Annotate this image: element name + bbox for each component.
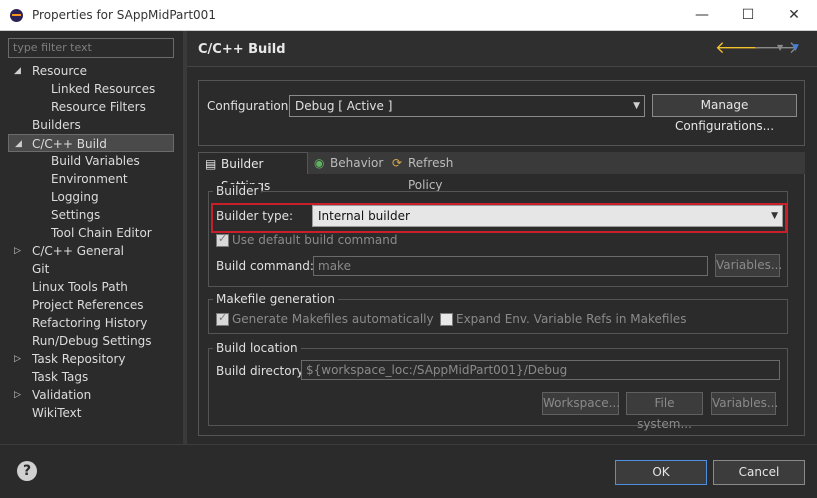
tab-behavior[interactable]: ◉ Behavior [308, 152, 386, 174]
generate-makefiles-label: Generate Makefiles automatically [232, 312, 434, 326]
builder-settings-icon: ▤ [205, 157, 217, 171]
tree-item-tool-chain-editor[interactable]: Tool Chain Editor [8, 224, 174, 242]
eclipse-app-icon [10, 9, 23, 22]
tree-item-linked-resources[interactable]: Linked Resources [8, 80, 174, 98]
expanded-twisty-icon[interactable]: ◢ [15, 135, 25, 153]
tree-item-environment[interactable]: Environment [8, 170, 174, 188]
behavior-icon: ◉ [314, 156, 325, 170]
collapsed-twisty-icon[interactable]: ▷ [14, 350, 24, 368]
page-header: C/C++ Build 🡐 🡒 ▼ ▼ [187, 31, 817, 67]
tree-item-label: Environment [51, 172, 128, 186]
use-default-build-command-checkbox[interactable] [216, 232, 229, 247]
tree-item-resource-filters[interactable]: Resource Filters [8, 98, 174, 116]
tree-item-refactoring-history[interactable]: Refactoring History [8, 314, 174, 332]
chevron-down-icon: ▼ [633, 101, 640, 111]
expand-env-variable-refs-checkbox[interactable] [440, 313, 453, 326]
tree-item-build-variables[interactable]: Build Variables [8, 152, 174, 170]
tree-item-label: Project References [32, 298, 144, 312]
tree-item-validation[interactable]: ▷ Validation [8, 386, 174, 404]
tree-item-label: Run/Debug Settings [32, 334, 152, 348]
tree-item-label: Build Variables [51, 154, 140, 168]
configuration-select[interactable]: Debug [ Active ] ▼ [289, 95, 645, 117]
tree-item-label: Logging [51, 190, 99, 204]
use-default-build-command-label: Use default build command [232, 233, 398, 247]
file-system-button[interactable]: File system... [626, 392, 703, 431]
build-command-input[interactable]: make [313, 256, 708, 276]
makefile-generation-group-title: Makefile generation [213, 292, 338, 306]
tab-label: Behavior [330, 156, 384, 170]
tree-item-label: WikiText [32, 406, 82, 420]
tab-bar: ▤ Builder Settings ◉ Behavior ⟳ Refresh … [198, 152, 805, 193]
tree-item-settings[interactable]: Settings [8, 206, 174, 224]
build-location-group-title: Build location [213, 341, 301, 355]
window-title: Properties for SAppMidPart001 [32, 8, 216, 22]
tree-item-label: Linked Resources [51, 82, 156, 96]
tree-item-task-repository[interactable]: ▷ Task Repository [8, 350, 174, 368]
property-page: C/C++ Build 🡐 🡒 ▼ ▼ Configuration: Debug… [187, 31, 817, 444]
cancel-button[interactable]: Cancel [713, 460, 805, 485]
minimize-button[interactable]: — [679, 0, 725, 30]
tree-item-label: Settings [51, 208, 101, 222]
tree-item-label: C/C++ Build [32, 137, 107, 151]
tab-refresh-policy[interactable]: ⟳ Refresh Policy [386, 152, 491, 192]
tree-item-logging[interactable]: Logging [8, 188, 174, 206]
tree-item-label: Builders [32, 118, 81, 132]
property-navigation-pane: type filter text ◢ Resource Linked Resou… [0, 31, 183, 444]
tree-item-linux-tools-path[interactable]: Linux Tools Path [8, 278, 174, 296]
build-directory-input[interactable]: ${workspace_loc:/SAppMidPart001}/Debug [301, 360, 780, 380]
filter-input[interactable]: type filter text [8, 38, 174, 58]
tree-item-cc-general[interactable]: ▷ C/C++ General [8, 242, 174, 260]
ok-button[interactable]: OK [615, 460, 707, 485]
tree-item-resource[interactable]: ◢ Resource [8, 62, 174, 80]
tree-item-run-debug-settings[interactable]: Run/Debug Settings [8, 332, 174, 350]
property-tree: ◢ Resource Linked Resources Resource Fil… [8, 62, 174, 442]
configuration-value: Debug [ Active ] [295, 99, 393, 113]
tree-item-label: Linux Tools Path [32, 280, 128, 294]
forward-history-dropdown-icon[interactable]: ▼ [777, 43, 783, 52]
close-button[interactable]: ✕ [771, 0, 817, 30]
tree-item-project-references[interactable]: Project References [8, 296, 174, 314]
tree-item-label: Task Repository [32, 352, 126, 366]
builder-variables-button[interactable]: Variables... [715, 254, 782, 277]
tree-item-task-tags[interactable]: Task Tags [8, 368, 174, 386]
workspace-button[interactable]: Workspace... [542, 392, 620, 415]
tree-item-label: Resource [32, 64, 88, 78]
tree-item-builders[interactable]: Builders [8, 116, 174, 134]
tree-item-label: C/C++ General [32, 244, 125, 258]
page-title: C/C++ Build [198, 42, 286, 57]
tree-item-git[interactable]: Git [8, 260, 174, 278]
help-icon[interactable]: ? [17, 461, 37, 481]
builder-group-title: Builder [213, 184, 262, 198]
build-location-variables-button[interactable]: Variables... [711, 392, 778, 415]
refresh-policy-icon: ⟳ [392, 156, 403, 170]
build-directory-label: Build directory: [216, 364, 307, 378]
tree-item-label: Validation [32, 388, 92, 402]
collapsed-twisty-icon[interactable]: ▷ [14, 242, 24, 260]
generate-makefiles-checkbox[interactable] [216, 311, 229, 326]
maximize-button[interactable]: ☐ [725, 0, 771, 30]
tree-item-wikitext[interactable]: WikiText [8, 404, 174, 422]
tree-item-label: Tool Chain Editor [51, 226, 152, 240]
configuration-group: Configuration: Debug [ Active ] ▼ Manage… [198, 80, 805, 146]
expanded-twisty-icon[interactable]: ◢ [14, 62, 24, 80]
tree-item-label: Refactoring History [32, 316, 148, 330]
dialog-footer: ? OK Cancel [0, 444, 817, 498]
view-menu-icon[interactable]: ▼ [792, 43, 799, 53]
title-bar: Properties for SAppMidPart001 — ☐ ✕ [0, 0, 817, 31]
build-command-label: Build command: [216, 259, 314, 273]
tree-item-cc-build[interactable]: ◢ C/C++ Build [8, 134, 174, 152]
collapsed-twisty-icon[interactable]: ▷ [14, 386, 24, 404]
tree-item-label: Task Tags [32, 370, 89, 384]
configuration-label: Configuration: [207, 99, 293, 113]
manage-configurations-button[interactable]: Manage Configurations... [652, 94, 797, 133]
tree-item-label: Git [32, 262, 50, 276]
tree-item-label: Resource Filters [51, 100, 146, 114]
builder-type-highlight [211, 203, 787, 233]
expand-env-variable-refs-label: Expand Env. Variable Refs in Makefiles [456, 312, 687, 326]
tab-builder-settings[interactable]: ▤ Builder Settings [198, 152, 308, 193]
